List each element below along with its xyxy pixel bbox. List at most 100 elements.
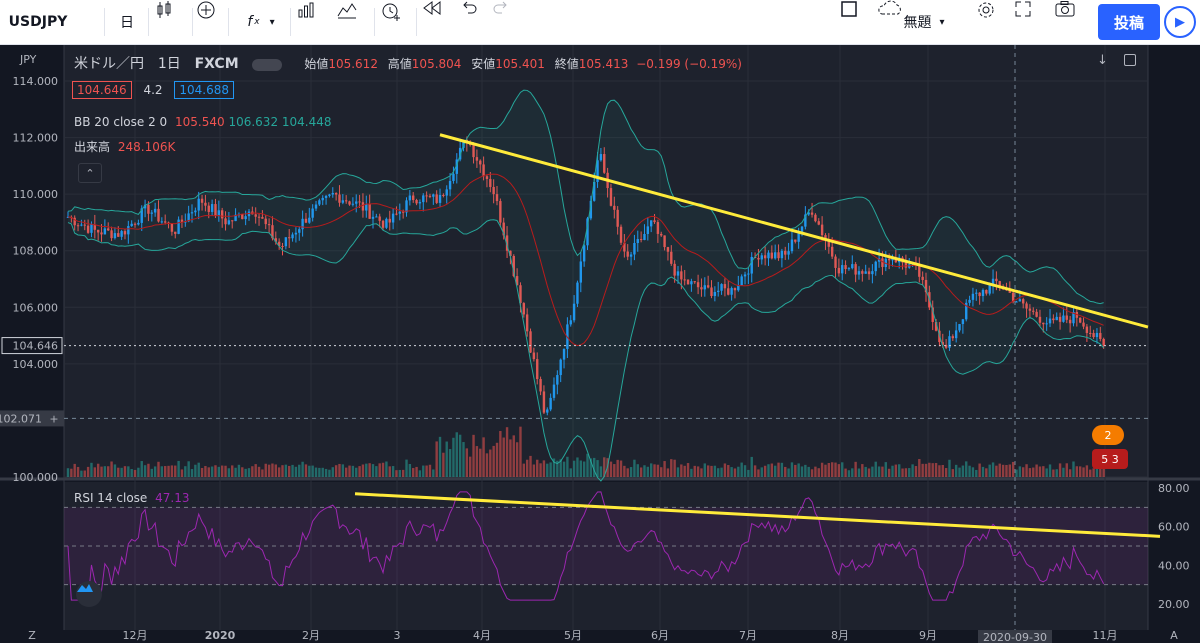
volume-bar xyxy=(170,465,174,477)
volume-bar xyxy=(1022,467,1025,477)
volume-bar xyxy=(911,464,914,477)
volume-bar xyxy=(767,464,770,477)
price-chart[interactable]: 114.000 112.000 110.000 108.000 106.000 104.0… xyxy=(0,45,1200,643)
buy-price[interactable]: 104.688 xyxy=(174,81,234,99)
volume-bar xyxy=(706,465,710,477)
rsi-tick-label: 60.00 xyxy=(1158,521,1190,534)
volume-bar xyxy=(502,437,505,477)
volume-value: 248.106K xyxy=(117,140,176,154)
volume-bar xyxy=(210,466,214,477)
volume-bar xyxy=(666,468,670,477)
volume-bar xyxy=(586,453,589,477)
volume-bar xyxy=(780,462,784,477)
volume-bar xyxy=(800,466,804,477)
settings-gear-icon[interactable] xyxy=(976,0,1002,44)
replay-icon[interactable] xyxy=(422,0,450,44)
publish-button[interactable]: 投稿 xyxy=(1098,4,1160,40)
legend-title: 米ドル／円 xyxy=(74,56,144,72)
time-tick-label: 8月 xyxy=(831,629,849,642)
volume-bar xyxy=(1078,466,1082,477)
collapse-legend-button[interactable]: ⌃ xyxy=(78,163,102,183)
expand-icon[interactable] xyxy=(1014,0,1040,44)
volume-bar xyxy=(458,434,462,477)
rsi-tick-label: 40.00 xyxy=(1158,559,1190,572)
volume-bar xyxy=(314,467,318,477)
logo-icon[interactable] xyxy=(76,581,102,607)
bar-chart-icon[interactable] xyxy=(296,0,328,44)
volume-bar xyxy=(820,462,824,477)
volume-bar xyxy=(1001,464,1005,477)
divider xyxy=(192,8,193,36)
volume-bar xyxy=(576,457,579,477)
rsi-legend: RSI 14 close 47.13 xyxy=(74,491,190,505)
volume-bar xyxy=(995,465,998,477)
volume-bar xyxy=(140,461,143,477)
volume-bar xyxy=(542,460,546,477)
price-tick-label: 114.000 xyxy=(13,75,59,88)
volume-bar xyxy=(713,465,717,477)
volume-bar xyxy=(361,464,365,477)
volume-bar xyxy=(532,464,536,477)
volume-bar xyxy=(237,464,241,477)
volume-bar xyxy=(1085,465,1089,477)
redo-icon[interactable] xyxy=(492,0,518,44)
volume-bar xyxy=(763,465,767,477)
compare-add-icon[interactable] xyxy=(196,0,222,44)
volume-bar xyxy=(693,465,696,477)
restore-icon[interactable] xyxy=(1124,54,1136,66)
volume-bar xyxy=(1025,464,1028,477)
volume-bar xyxy=(867,468,871,477)
volume-bar xyxy=(539,463,542,477)
volume-bar xyxy=(435,441,438,477)
volume-bar xyxy=(629,467,633,477)
volume-bar xyxy=(777,462,780,477)
volume-bar xyxy=(143,465,147,477)
event-flag-icon[interactable]: 2 xyxy=(1092,425,1124,445)
chart-area[interactable]: 114.000 112.000 110.000 108.000 106.000 104.0… xyxy=(0,45,1200,643)
symbol-search[interactable]: USDJPY xyxy=(8,0,68,44)
volume-bar xyxy=(770,463,774,477)
volume-bar xyxy=(1038,466,1042,477)
interval-button[interactable]: 日 xyxy=(112,0,142,44)
close-label: 終値 xyxy=(554,57,579,71)
volume-bar xyxy=(308,465,311,477)
scroll-down-icon[interactable]: ↓ xyxy=(1097,53,1108,68)
volume-bar xyxy=(683,465,686,477)
open-value: 105.612 xyxy=(328,57,378,71)
volume-bar xyxy=(412,468,415,477)
volume-bar xyxy=(817,468,820,477)
fullscreen-toggle-icon[interactable] xyxy=(840,0,866,44)
camera-icon[interactable] xyxy=(1054,0,1084,44)
volume-bar xyxy=(438,436,442,477)
volume-bar xyxy=(485,453,489,477)
volume-bar xyxy=(174,465,177,477)
layout-button[interactable]: 無題 ▾ xyxy=(876,0,968,44)
undo-icon[interactable] xyxy=(460,0,486,44)
visibility-toggle[interactable] xyxy=(252,58,283,71)
volume-bar xyxy=(703,463,707,477)
volume-bar xyxy=(398,469,402,477)
volume-bar xyxy=(318,467,321,477)
candle-style-icon[interactable] xyxy=(154,0,188,44)
event-flag-icon[interactable]: 5 3 xyxy=(1092,449,1128,469)
volume-bar xyxy=(1062,467,1065,477)
sell-price[interactable]: 104.646 xyxy=(72,81,132,99)
volume-bar xyxy=(241,467,244,477)
volume-bar xyxy=(291,464,294,477)
volume-bar xyxy=(220,465,224,477)
alert-clock-icon[interactable] xyxy=(380,0,410,44)
time-tick-label: 9月 xyxy=(919,629,937,642)
volume-bar xyxy=(830,462,834,477)
volume-bar xyxy=(418,470,422,477)
volume-bar xyxy=(127,466,130,477)
volume-bar xyxy=(468,456,472,477)
play-icon[interactable]: ▶ xyxy=(1164,6,1196,38)
volume-bar xyxy=(415,466,418,477)
indicators-button[interactable]: f x ▾ xyxy=(236,0,286,44)
volume-bar xyxy=(137,467,140,477)
volume-bar xyxy=(874,461,877,477)
volume-bar xyxy=(157,461,160,477)
templates-icon[interactable] xyxy=(336,0,368,44)
volume-bar xyxy=(358,466,361,477)
time-tick-label: 11月 xyxy=(1093,629,1118,642)
